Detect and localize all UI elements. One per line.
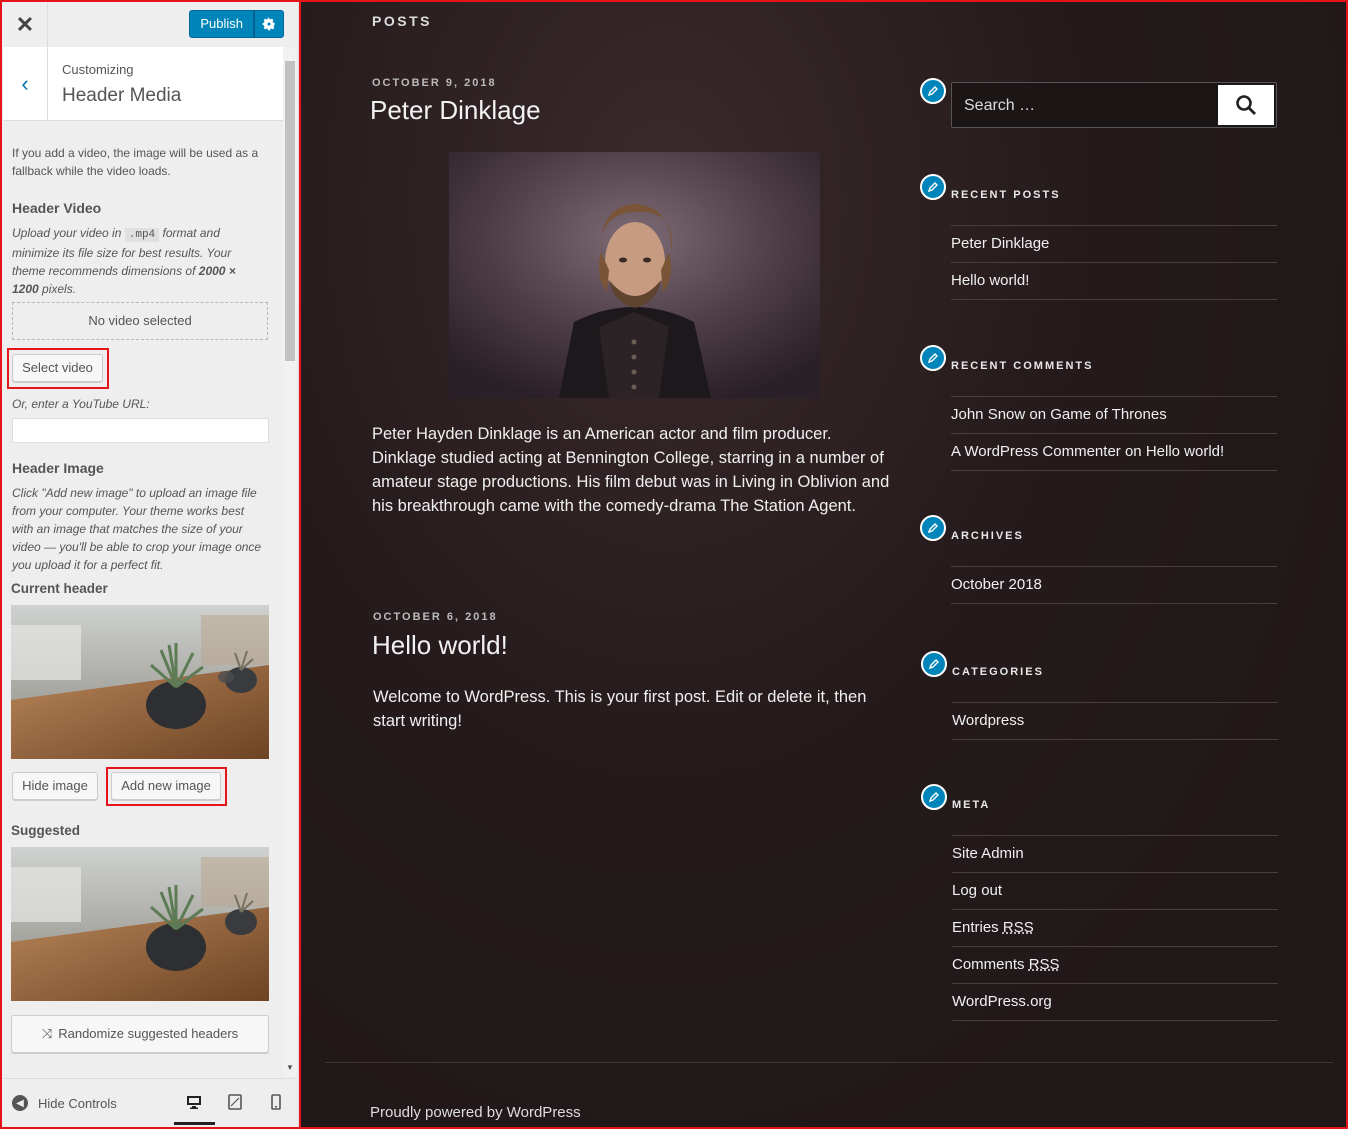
post-date[interactable]: OCTOBER 6, 2018 <box>373 611 498 623</box>
comment-author-link[interactable]: John Snow <box>951 406 1025 423</box>
posts-heading: POSTS <box>372 13 432 29</box>
widget-title-meta: META <box>952 799 991 811</box>
edit-pencil-icon[interactable] <box>920 515 946 541</box>
current-header-image[interactable] <box>11 605 269 759</box>
list-item[interactable]: Entries RSS <box>952 910 1278 947</box>
panel-scrollbar[interactable]: ▼ <box>283 47 297 1077</box>
customizer-panel: ✕ Publish ‹ Customizing Header Media ▼ I… <box>0 0 299 1129</box>
section-header: ‹ Customizing Header Media <box>3 47 283 121</box>
list-item[interactable]: October 2018 <box>951 567 1277 604</box>
search-form: Search … <box>951 82 1277 128</box>
post-title[interactable]: Hello world! <box>372 630 508 661</box>
list-item[interactable]: Comments RSS <box>952 947 1278 984</box>
recent-comments-list: John Snow on Game of Thrones A WordPress… <box>951 396 1277 471</box>
collapse-arrow-icon: ◀ <box>12 1095 28 1111</box>
post-date[interactable]: OCTOBER 9, 2018 <box>372 77 497 89</box>
header-video-heading: Header Video <box>12 200 102 216</box>
close-icon[interactable]: ✕ <box>3 3 48 47</box>
meta-list: Site Admin Log out Entries RSS Comments … <box>952 835 1278 1021</box>
hide-image-button[interactable]: Hide image <box>12 772 98 800</box>
scroll-down-icon[interactable]: ▼ <box>286 1063 294 1072</box>
header-video-description: Upload your video in .mp4 format and min… <box>12 226 236 296</box>
footer-credit-link[interactable]: Proudly powered by WordPress <box>370 1104 581 1121</box>
widget-title-categories: CATEGORIES <box>952 666 1044 678</box>
customizer-header: ✕ Publish <box>3 3 297 48</box>
youtube-url-input[interactable] <box>12 418 269 443</box>
publish-button[interactable]: Publish <box>189 10 254 38</box>
post-title[interactable]: Peter Dinklage <box>370 95 541 126</box>
section-title: Header Media <box>62 85 182 106</box>
recent-posts-list: Peter Dinklage Hello world! <box>951 225 1277 300</box>
post-excerpt: Peter Hayden Dinklage is an American act… <box>372 425 890 515</box>
archives-list: October 2018 <box>951 566 1277 604</box>
comment-post-link[interactable]: Game of Thrones <box>1050 406 1166 423</box>
intro-text: If you add a video, the image will be us… <box>12 146 259 178</box>
no-video-placeholder: No video selected <box>12 302 268 340</box>
current-header-label: Current header <box>11 581 108 596</box>
add-new-image-button[interactable]: Add new image <box>111 772 221 800</box>
search-input[interactable]: Search … <box>964 97 1035 115</box>
hide-controls-button[interactable]: ◀ Hide Controls <box>12 1095 117 1111</box>
customizer-footer: ◀ Hide Controls <box>3 1078 297 1127</box>
search-icon[interactable] <box>1218 85 1274 125</box>
list-item: John Snow on Game of Thrones <box>951 397 1277 434</box>
tablet-preview-icon[interactable] <box>226 1093 244 1111</box>
list-item[interactable]: Hello world! <box>951 263 1277 300</box>
select-video-button[interactable]: Select video <box>12 354 103 382</box>
customizing-label: Customizing <box>62 62 134 77</box>
list-item[interactable]: Peter Dinklage <box>951 226 1277 263</box>
widget-title-archives: ARCHIVES <box>951 530 1024 542</box>
header-image-heading: Header Image <box>12 460 104 476</box>
youtube-url-label: Or, enter a YouTube URL: <box>12 397 150 411</box>
gear-icon[interactable] <box>254 10 284 38</box>
edit-pencil-icon[interactable] <box>920 78 946 104</box>
suggested-label: Suggested <box>11 823 81 838</box>
mobile-preview-icon[interactable] <box>267 1093 285 1111</box>
desktop-preview-icon[interactable] <box>185 1093 203 1111</box>
shuffle-icon: ⤨ <box>41 1026 53 1041</box>
post-excerpt: Welcome to WordPress. This is your first… <box>373 688 867 730</box>
widget-title-recent-posts: RECENT POSTS <box>951 189 1061 201</box>
publish-group: Publish <box>189 10 284 38</box>
edit-pencil-icon[interactable] <box>921 784 947 810</box>
scrollbar-thumb[interactable] <box>285 61 295 361</box>
categories-list: Wordpress <box>952 702 1278 740</box>
site-preview: POSTS OCTOBER 9, 2018 Peter Dinklage Pet… <box>300 0 1348 1129</box>
edit-pencil-icon[interactable] <box>921 651 947 677</box>
list-item[interactable]: Site Admin <box>952 836 1278 873</box>
randomize-headers-button[interactable]: ⤨ Randomize suggested headers <box>11 1015 269 1053</box>
active-device-indicator <box>174 1122 215 1125</box>
suggested-header-image[interactable] <box>11 847 269 1001</box>
edit-pencil-icon[interactable] <box>920 174 946 200</box>
list-item[interactable]: Log out <box>952 873 1278 910</box>
post-featured-image[interactable] <box>449 152 820 398</box>
comment-post-link[interactable]: Hello world! <box>1146 443 1224 460</box>
widget-title-recent-comments: RECENT COMMENTS <box>951 360 1094 372</box>
edit-pencil-icon[interactable] <box>920 345 946 371</box>
back-arrow-icon[interactable]: ‹ <box>3 47 48 120</box>
list-item[interactable]: Wordpress <box>952 703 1278 740</box>
list-item: A WordPress Commenter on Hello world! <box>951 434 1277 471</box>
header-image-description: Click "Add new image" to upload an image… <box>12 486 262 572</box>
list-item[interactable]: WordPress.org <box>952 984 1278 1021</box>
comment-author-link[interactable]: A WordPress Commenter <box>951 443 1121 460</box>
footer-divider <box>325 1062 1333 1063</box>
